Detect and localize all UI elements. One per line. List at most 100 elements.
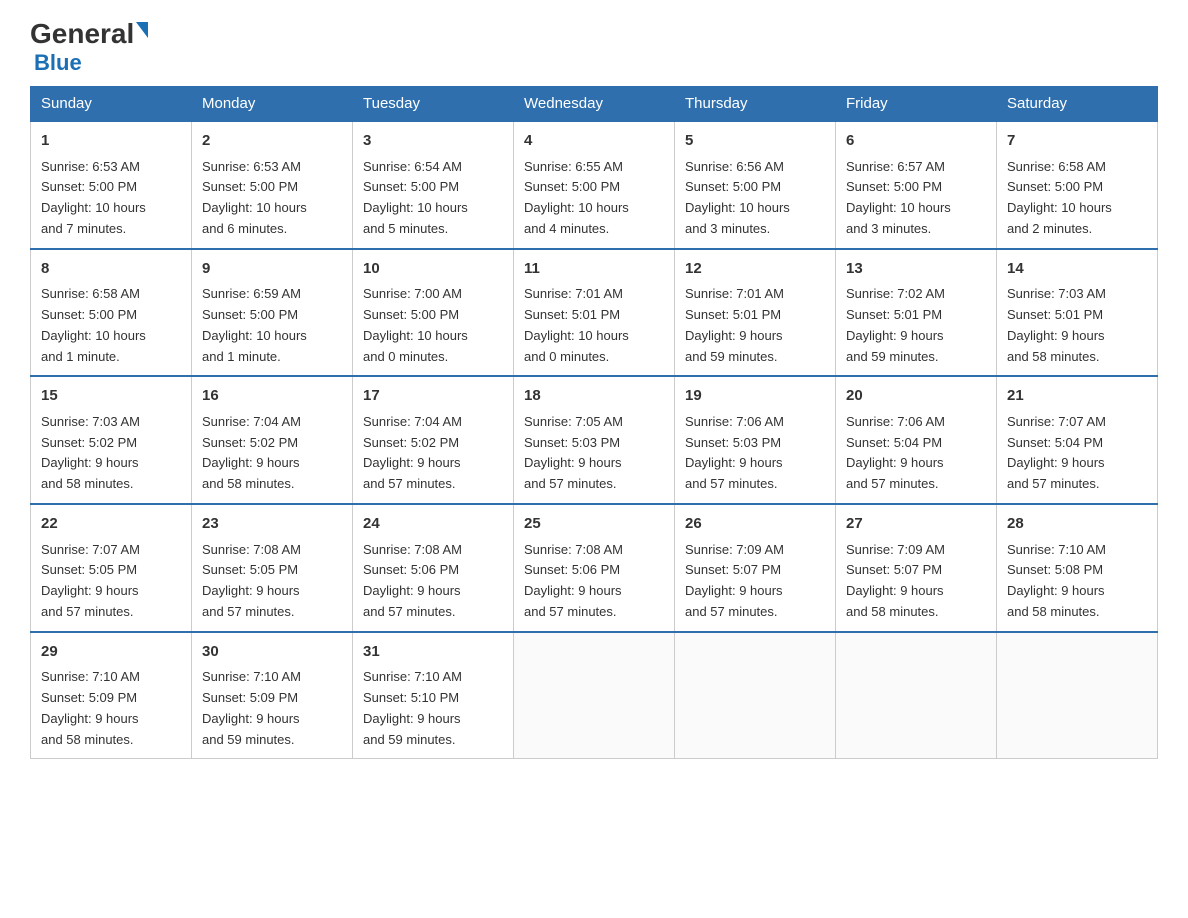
- calendar-cell: 21 Sunrise: 7:07 AMSunset: 5:04 PMDayligh…: [997, 376, 1158, 504]
- calendar-cell: 2 Sunrise: 6:53 AMSunset: 5:00 PMDaylight…: [192, 121, 353, 249]
- day-number: 23: [202, 513, 342, 536]
- day-number: 16: [202, 385, 342, 408]
- day-number: 27: [846, 513, 986, 536]
- day-number: 13: [846, 258, 986, 281]
- day-number: 29: [41, 641, 181, 664]
- calendar-cell: 15 Sunrise: 7:03 AMSunset: 5:02 PMDayligh…: [31, 376, 192, 504]
- calendar-cell: [836, 632, 997, 759]
- calendar-cell: 30 Sunrise: 7:10 AMSunset: 5:09 PMDayligh…: [192, 632, 353, 759]
- day-info: Sunrise: 7:09 AMSunset: 5:07 PMDaylight:…: [685, 540, 825, 623]
- day-info: Sunrise: 7:10 AMSunset: 5:08 PMDaylight:…: [1007, 540, 1147, 623]
- day-number: 12: [685, 258, 825, 281]
- calendar-day-header: Wednesday: [514, 87, 675, 122]
- calendar-day-header: Sunday: [31, 87, 192, 122]
- calendar-cell: 29 Sunrise: 7:10 AMSunset: 5:09 PMDayligh…: [31, 632, 192, 759]
- day-info: Sunrise: 7:09 AMSunset: 5:07 PMDaylight:…: [846, 540, 986, 623]
- calendar-cell: 7 Sunrise: 6:58 AMSunset: 5:00 PMDaylight…: [997, 121, 1158, 249]
- day-info: Sunrise: 6:58 AMSunset: 5:00 PMDaylight:…: [1007, 157, 1147, 240]
- calendar-cell: 25Sunrise: 7:08 AMSunset: 5:06 PMDayligh…: [514, 504, 675, 632]
- day-number: 2: [202, 130, 342, 153]
- logo-triangle-icon: [136, 22, 148, 38]
- day-info: Sunrise: 7:02 AMSunset: 5:01 PMDaylight:…: [846, 284, 986, 367]
- logo-blue: Blue: [34, 50, 82, 76]
- day-info: Sunrise: 6:54 AMSunset: 5:00 PMDaylight:…: [363, 157, 503, 240]
- calendar-cell: 11Sunrise: 7:01 AMSunset: 5:01 PMDayligh…: [514, 249, 675, 377]
- day-number: 19: [685, 385, 825, 408]
- day-number: 5: [685, 130, 825, 153]
- day-info: Sunrise: 7:03 AMSunset: 5:01 PMDaylight:…: [1007, 284, 1147, 367]
- day-info: Sunrise: 6:58 AMSunset: 5:00 PMDaylight:…: [41, 284, 181, 367]
- calendar-day-header: Tuesday: [353, 87, 514, 122]
- day-number: 18: [524, 385, 664, 408]
- day-info: Sunrise: 7:10 AMSunset: 5:09 PMDaylight:…: [41, 667, 181, 750]
- calendar-week-row: 8 Sunrise: 6:58 AMSunset: 5:00 PMDaylight…: [31, 249, 1158, 377]
- calendar-cell: 26 Sunrise: 7:09 AMSunset: 5:07 PMDayligh…: [675, 504, 836, 632]
- day-info: Sunrise: 7:05 AMSunset: 5:03 PMDaylight:…: [524, 412, 664, 495]
- day-number: 15: [41, 385, 181, 408]
- calendar-cell: 31Sunrise: 7:10 AMSunset: 5:10 PMDayligh…: [353, 632, 514, 759]
- day-info: Sunrise: 7:03 AMSunset: 5:02 PMDaylight:…: [41, 412, 181, 495]
- day-number: 25: [524, 513, 664, 536]
- day-number: 26: [685, 513, 825, 536]
- day-info: Sunrise: 6:53 AMSunset: 5:00 PMDaylight:…: [202, 157, 342, 240]
- day-info: Sunrise: 7:06 AMSunset: 5:04 PMDaylight:…: [846, 412, 986, 495]
- calendar-cell: 24 Sunrise: 7:08 AMSunset: 5:06 PMDayligh…: [353, 504, 514, 632]
- day-number: 1: [41, 130, 181, 153]
- calendar-week-row: 29 Sunrise: 7:10 AMSunset: 5:09 PMDayligh…: [31, 632, 1158, 759]
- day-info: Sunrise: 6:57 AMSunset: 5:00 PMDaylight:…: [846, 157, 986, 240]
- calendar-header-row: SundayMondayTuesdayWednesdayThursdayFrid…: [31, 87, 1158, 122]
- calendar-day-header: Thursday: [675, 87, 836, 122]
- day-info: Sunrise: 7:01 AMSunset: 5:01 PMDaylight:…: [685, 284, 825, 367]
- calendar-cell: 14 Sunrise: 7:03 AMSunset: 5:01 PMDayligh…: [997, 249, 1158, 377]
- day-number: 21: [1007, 385, 1147, 408]
- calendar-table: SundayMondayTuesdayWednesdayThursdayFrid…: [30, 86, 1158, 759]
- calendar-cell: 8 Sunrise: 6:58 AMSunset: 5:00 PMDaylight…: [31, 249, 192, 377]
- page-header: General Blue: [30, 20, 1158, 76]
- calendar-cell: 4Sunrise: 6:55 AMSunset: 5:00 PMDaylight…: [514, 121, 675, 249]
- calendar-cell: 9Sunrise: 6:59 AMSunset: 5:00 PMDaylight…: [192, 249, 353, 377]
- day-number: 30: [202, 641, 342, 664]
- day-info: Sunrise: 7:04 AMSunset: 5:02 PMDaylight:…: [363, 412, 503, 495]
- day-number: 28: [1007, 513, 1147, 536]
- calendar-cell: [675, 632, 836, 759]
- day-info: Sunrise: 6:53 AMSunset: 5:00 PMDaylight:…: [41, 157, 181, 240]
- calendar-cell: 12 Sunrise: 7:01 AMSunset: 5:01 PMDayligh…: [675, 249, 836, 377]
- day-number: 9: [202, 258, 342, 281]
- calendar-cell: 19Sunrise: 7:06 AMSunset: 5:03 PMDayligh…: [675, 376, 836, 504]
- day-number: 8: [41, 258, 181, 281]
- calendar-cell: 22Sunrise: 7:07 AMSunset: 5:05 PMDayligh…: [31, 504, 192, 632]
- day-number: 24: [363, 513, 503, 536]
- calendar-day-header: Saturday: [997, 87, 1158, 122]
- calendar-cell: 20 Sunrise: 7:06 AMSunset: 5:04 PMDayligh…: [836, 376, 997, 504]
- day-number: 14: [1007, 258, 1147, 281]
- day-info: Sunrise: 7:07 AMSunset: 5:04 PMDaylight:…: [1007, 412, 1147, 495]
- day-info: Sunrise: 6:55 AMSunset: 5:00 PMDaylight:…: [524, 157, 664, 240]
- day-number: 20: [846, 385, 986, 408]
- day-number: 3: [363, 130, 503, 153]
- day-info: Sunrise: 6:56 AMSunset: 5:00 PMDaylight:…: [685, 157, 825, 240]
- day-info: Sunrise: 7:04 AMSunset: 5:02 PMDaylight:…: [202, 412, 342, 495]
- day-info: Sunrise: 7:08 AMSunset: 5:06 PMDaylight:…: [363, 540, 503, 623]
- calendar-week-row: 1 Sunrise: 6:53 AMSunset: 5:00 PMDaylight…: [31, 121, 1158, 249]
- day-info: Sunrise: 7:01 AMSunset: 5:01 PMDaylight:…: [524, 284, 664, 367]
- day-number: 7: [1007, 130, 1147, 153]
- calendar-cell: [997, 632, 1158, 759]
- calendar-cell: [514, 632, 675, 759]
- day-number: 6: [846, 130, 986, 153]
- calendar-cell: 27 Sunrise: 7:09 AMSunset: 5:07 PMDayligh…: [836, 504, 997, 632]
- calendar-day-header: Friday: [836, 87, 997, 122]
- calendar-cell: 13 Sunrise: 7:02 AMSunset: 5:01 PMDayligh…: [836, 249, 997, 377]
- calendar-cell: 6 Sunrise: 6:57 AMSunset: 5:00 PMDaylight…: [836, 121, 997, 249]
- day-number: 22: [41, 513, 181, 536]
- day-info: Sunrise: 7:08 AMSunset: 5:05 PMDaylight:…: [202, 540, 342, 623]
- calendar-cell: 16 Sunrise: 7:04 AMSunset: 5:02 PMDayligh…: [192, 376, 353, 504]
- calendar-cell: 1 Sunrise: 6:53 AMSunset: 5:00 PMDaylight…: [31, 121, 192, 249]
- calendar-cell: 10Sunrise: 7:00 AMSunset: 5:00 PMDayligh…: [353, 249, 514, 377]
- calendar-week-row: 15 Sunrise: 7:03 AMSunset: 5:02 PMDayligh…: [31, 376, 1158, 504]
- day-number: 17: [363, 385, 503, 408]
- calendar-week-row: 22Sunrise: 7:07 AMSunset: 5:05 PMDayligh…: [31, 504, 1158, 632]
- calendar-cell: 17 Sunrise: 7:04 AMSunset: 5:02 PMDayligh…: [353, 376, 514, 504]
- calendar-cell: 18 Sunrise: 7:05 AMSunset: 5:03 PMDayligh…: [514, 376, 675, 504]
- calendar-cell: 28 Sunrise: 7:10 AMSunset: 5:08 PMDayligh…: [997, 504, 1158, 632]
- day-info: Sunrise: 7:10 AMSunset: 5:09 PMDaylight:…: [202, 667, 342, 750]
